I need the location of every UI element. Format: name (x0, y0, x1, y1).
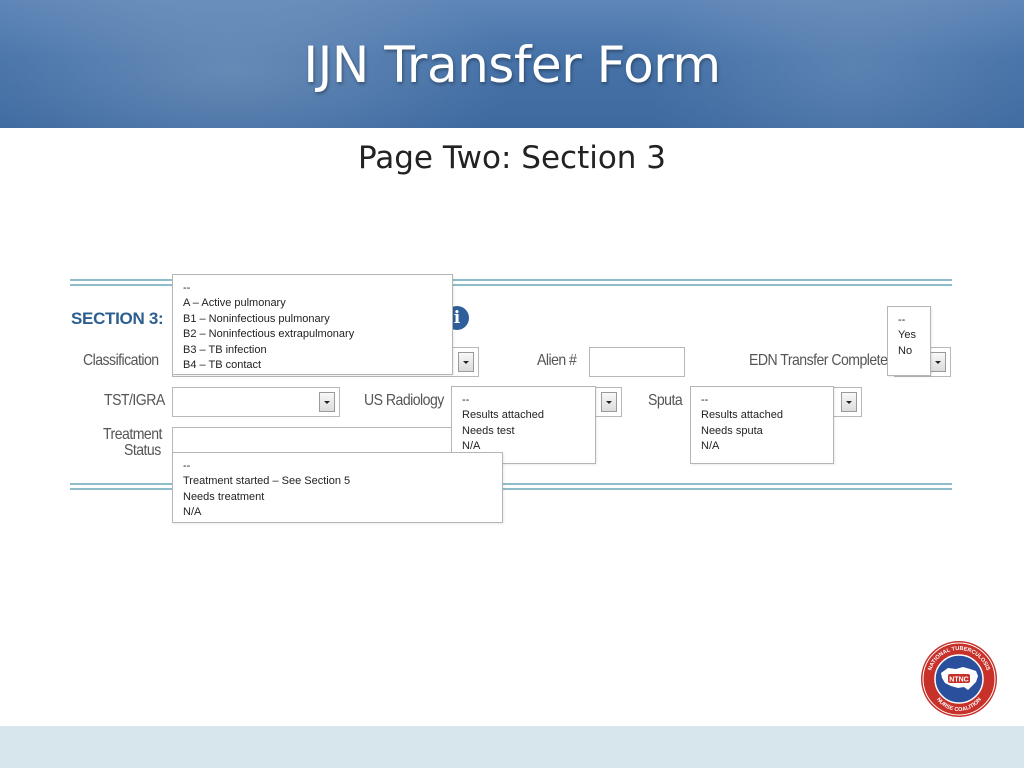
dropdown-option[interactable]: Results attached (701, 408, 823, 423)
dropdown-option[interactable]: Results attached (462, 408, 585, 423)
chevron-down-icon[interactable] (930, 352, 946, 372)
slide-title: IJN Transfer Form (303, 36, 721, 94)
dropdown-option[interactable]: Needs treatment (183, 490, 492, 505)
treatment-status-dropdown-list: -- Treatment started – See Section 5 Nee… (172, 452, 503, 523)
dropdown-option[interactable]: B2 – Noninfectious extrapulmonary (183, 327, 442, 342)
dropdown-option[interactable]: -- (183, 459, 492, 474)
alien-number-label: Alien # (537, 352, 577, 369)
logo-center-text: NTNC (949, 677, 968, 684)
edn-transfer-dropdown-list: -- Yes No (887, 306, 931, 376)
sputa-label: Sputa (648, 392, 683, 409)
ntnc-logo: NTNC NATIONAL TUBERCULOSIS NURSE COALITI… (921, 641, 997, 717)
tst-igra-select[interactable] (172, 387, 340, 417)
section-heading: SECTION 3: (71, 309, 164, 328)
dropdown-option[interactable]: N/A (701, 439, 823, 454)
chevron-down-icon[interactable] (841, 392, 857, 412)
tst-igra-label: TST/IGRA (104, 392, 165, 409)
dropdown-option[interactable]: -- (898, 313, 920, 328)
title-banner: IJN Transfer Form (0, 0, 1024, 128)
chevron-down-icon[interactable] (319, 392, 335, 412)
dropdown-option[interactable]: B4 – TB contact (183, 358, 442, 373)
dropdown-option[interactable]: Yes (898, 328, 920, 343)
chevron-down-icon[interactable] (458, 352, 474, 372)
treatment-status-label-line2: Status (124, 442, 161, 459)
chevron-down-icon[interactable] (601, 392, 617, 412)
footer-band (0, 726, 1024, 768)
dropdown-option[interactable]: -- (462, 393, 585, 408)
classification-label: Classification (83, 352, 159, 369)
dropdown-option[interactable]: B3 – TB infection (183, 343, 442, 358)
alien-number-input[interactable] (589, 347, 685, 377)
dropdown-option[interactable]: B1 – Noninfectious pulmonary (183, 312, 442, 327)
dropdown-option[interactable]: No (898, 344, 920, 359)
edn-transfer-label: EDN Transfer Complete (749, 352, 888, 369)
dropdown-option[interactable]: -- (183, 281, 442, 296)
classification-dropdown-list: -- A – Active pulmonary B1 – Noninfectio… (172, 274, 453, 375)
dropdown-option[interactable]: -- (701, 393, 823, 408)
dropdown-option[interactable]: Treatment started – See Section 5 (183, 474, 492, 489)
dropdown-option[interactable]: Needs sputa (701, 424, 823, 439)
slide-subtitle: Page Two: Section 3 (357, 140, 667, 176)
sputa-dropdown-list: -- Results attached Needs sputa N/A (690, 386, 834, 464)
dropdown-option[interactable]: Needs test (462, 424, 585, 439)
us-radiology-label: US Radiology (364, 392, 444, 409)
dropdown-option[interactable]: A – Active pulmonary (183, 296, 442, 311)
dropdown-option[interactable]: N/A (183, 505, 492, 520)
